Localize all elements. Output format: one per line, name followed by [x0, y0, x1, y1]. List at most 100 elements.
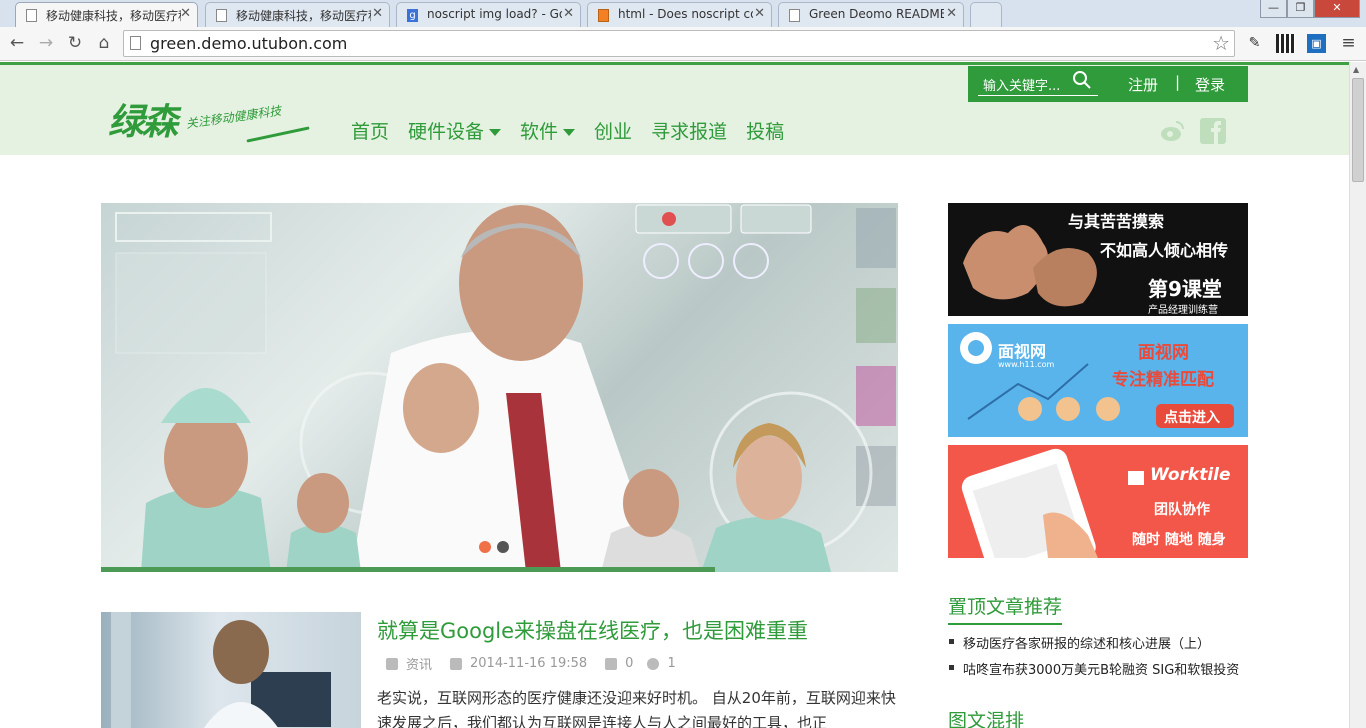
close-icon[interactable]: ✕: [754, 6, 765, 21]
article-date: 2014-11-16 19:58: [470, 656, 588, 671]
ad-banner-3[interactable]: Worktile 团队协作 随时 随地 随身: [948, 445, 1248, 558]
nav-label: 投稿: [746, 121, 785, 143]
scroll-thumb[interactable]: [1352, 78, 1364, 182]
nav-label: 硬件设备: [408, 121, 485, 143]
close-icon[interactable]: ✕: [372, 6, 383, 21]
page-icon: [216, 9, 227, 22]
nav-item-submit[interactable]: 投稿: [746, 117, 784, 144]
logo-swoosh: [246, 126, 310, 143]
tab-title: html - Does noscript co: [618, 7, 753, 21]
ad-headline: 面视网: [1138, 343, 1189, 363]
browser-tab-5[interactable]: Green Deomo README ✕: [778, 2, 964, 27]
extension-icon[interactable]: ▣: [1307, 34, 1326, 53]
article-meta: 资讯 2014-11-16 19:58 0 1: [386, 654, 684, 673]
nav-item-home[interactable]: 首页: [351, 117, 389, 144]
browser-tab-4[interactable]: html - Does noscript co ✕: [587, 2, 772, 27]
caret-down-icon: [563, 129, 576, 136]
ad-text: 随时 随地 随身: [1132, 532, 1226, 548]
evernote-icon[interactable]: ✎: [1245, 34, 1264, 53]
login-link[interactable]: 登录: [1195, 74, 1225, 95]
slider-dots: [479, 541, 515, 553]
slider-progress-bar: [101, 567, 715, 572]
qr-code-icon[interactable]: [1276, 34, 1295, 53]
browser-toolbar: ← → ↻ ⌂ green.demo.utubon.com ☆ ✎ ▣ ≡: [0, 27, 1366, 61]
article-image: [111, 612, 331, 728]
nav-label: 软件: [520, 121, 559, 143]
nav-label: 创业: [594, 121, 633, 143]
maximize-button[interactable]: ❐: [1287, 0, 1314, 18]
page-scrollbar[interactable]: ▲: [1349, 62, 1366, 728]
ad-brand: Worktile: [1150, 465, 1231, 485]
ad-text: 团队协作: [1154, 502, 1210, 518]
forward-icon[interactable]: →: [35, 33, 57, 55]
article-thumbnail[interactable]: [101, 612, 361, 728]
top-posts-title: 置顶文章推荐: [948, 592, 1063, 625]
ad-site: www.h11.com: [998, 360, 1055, 369]
reload-icon[interactable]: ↻: [64, 33, 86, 55]
scroll-up-icon[interactable]: ▲: [1353, 65, 1359, 74]
page-icon: [26, 9, 37, 22]
minimize-button[interactable]: —: [1260, 0, 1287, 18]
close-icon[interactable]: ✕: [563, 6, 574, 21]
ad-brand: 面视网: [998, 342, 1047, 361]
calendar-icon: [450, 657, 463, 670]
ad-tagline: 专注精准匹配: [1112, 370, 1214, 390]
separator: |: [1175, 73, 1181, 91]
slider-dot-active[interactable]: [479, 541, 491, 553]
mixed-posts-title: 图文混排: [948, 706, 1024, 728]
tab-title: 移动健康科技，移动医疗科技: [46, 9, 181, 23]
article-excerpt: 老实说，互联网形态的医疗健康还没迎来好时机。 自从20年前，互联网迎来快速发展之…: [377, 689, 896, 728]
register-link[interactable]: 注册: [1128, 74, 1158, 95]
close-window-button[interactable]: ✕: [1314, 0, 1360, 18]
logo-text: 绿森: [108, 101, 178, 143]
facebook-icon[interactable]: [1200, 118, 1226, 144]
stackoverflow-icon: [598, 9, 609, 22]
ad-cta: 点击进入: [1164, 410, 1220, 426]
page-viewport: 绿森 关注移动健康科技 首页 硬件设备 软件 创业 寻求报道 投稿 输入关键字.…: [0, 62, 1349, 728]
document-icon: [386, 657, 398, 670]
nav-item-report[interactable]: 寻求报道: [651, 117, 727, 144]
top-posts-list: 移动医疗各家研报的综述和核心进展（上） 咕咚宣布获3000万美元B轮融资 SIG…: [948, 633, 1239, 685]
browser-tab-3[interactable]: g noscript img load? - Google ✕: [396, 2, 581, 27]
page-icon: [789, 9, 800, 22]
browser-tab-2[interactable]: 移动健康科技，移动医疗科技 ✕: [205, 2, 390, 27]
ad-banner-1[interactable]: 与其苦苦摸索 不如高人倾心相传 第9课堂 产品经理训练营: [948, 203, 1248, 316]
list-item[interactable]: 咕咚宣布获3000万美元B轮融资 SIG和软银投资: [948, 659, 1239, 678]
home-icon[interactable]: ⌂: [93, 33, 115, 55]
nav-item-startup[interactable]: 创业: [594, 117, 632, 144]
article-category[interactable]: 资讯: [406, 654, 432, 673]
tab-title: 移动健康科技，移动医疗科技: [236, 9, 371, 23]
page-icon: [130, 36, 141, 50]
nav-label: 首页: [351, 121, 390, 143]
nav-item-software[interactable]: 软件: [520, 117, 576, 144]
google-icon: g: [407, 9, 418, 22]
article-title[interactable]: 就算是Google来操盘在线医疗，也是困难重重: [377, 615, 808, 645]
ad-banner-2[interactable]: 面视网 www.h11.com 面视网 专注精准匹配 点击进入: [948, 324, 1248, 437]
url-text: green.demo.utubon.com: [150, 34, 348, 53]
weibo-icon[interactable]: [1159, 118, 1185, 144]
address-bar[interactable]: green.demo.utubon.com ☆: [123, 30, 1235, 57]
nav-label: 寻求报道: [651, 121, 728, 143]
logo-slogan: 关注移动健康科技: [185, 103, 283, 131]
close-icon[interactable]: ✕: [946, 6, 957, 21]
ad-text: 与其苦苦摸索: [1068, 212, 1165, 231]
slider-dot[interactable]: [497, 541, 509, 553]
back-icon[interactable]: ←: [6, 33, 28, 55]
bookmark-star-icon[interactable]: ☆: [1212, 31, 1230, 55]
menu-icon[interactable]: ≡: [1339, 34, 1358, 53]
browser-tab-strip: 移动健康科技，移动医疗科技 ✕ 移动健康科技，移动医疗科技 ✕ g noscri…: [0, 0, 1366, 27]
hero-slider[interactable]: [101, 203, 898, 572]
eye-icon: [647, 657, 660, 670]
list-item[interactable]: 移动医疗各家研报的综述和核心进展（上）: [948, 633, 1239, 652]
close-icon[interactable]: ✕: [180, 6, 191, 21]
site-logo[interactable]: 绿森 关注移动健康科技: [108, 93, 310, 145]
search-icon[interactable]: [1072, 70, 1092, 90]
browser-tab-1[interactable]: 移动健康科技，移动医疗科技 ✕: [15, 2, 198, 27]
user-search-bar: 输入关键字... 注册 | 登录: [968, 66, 1248, 102]
ad-text: 不如高人倾心相传: [1100, 241, 1229, 260]
caret-down-icon: [489, 129, 502, 136]
ad-subtext: 产品经理训练营: [1148, 305, 1218, 316]
ad-brand: 第9课堂: [1148, 277, 1222, 301]
nav-item-hardware[interactable]: 硬件设备: [408, 117, 502, 144]
new-tab-button[interactable]: [970, 2, 1002, 27]
